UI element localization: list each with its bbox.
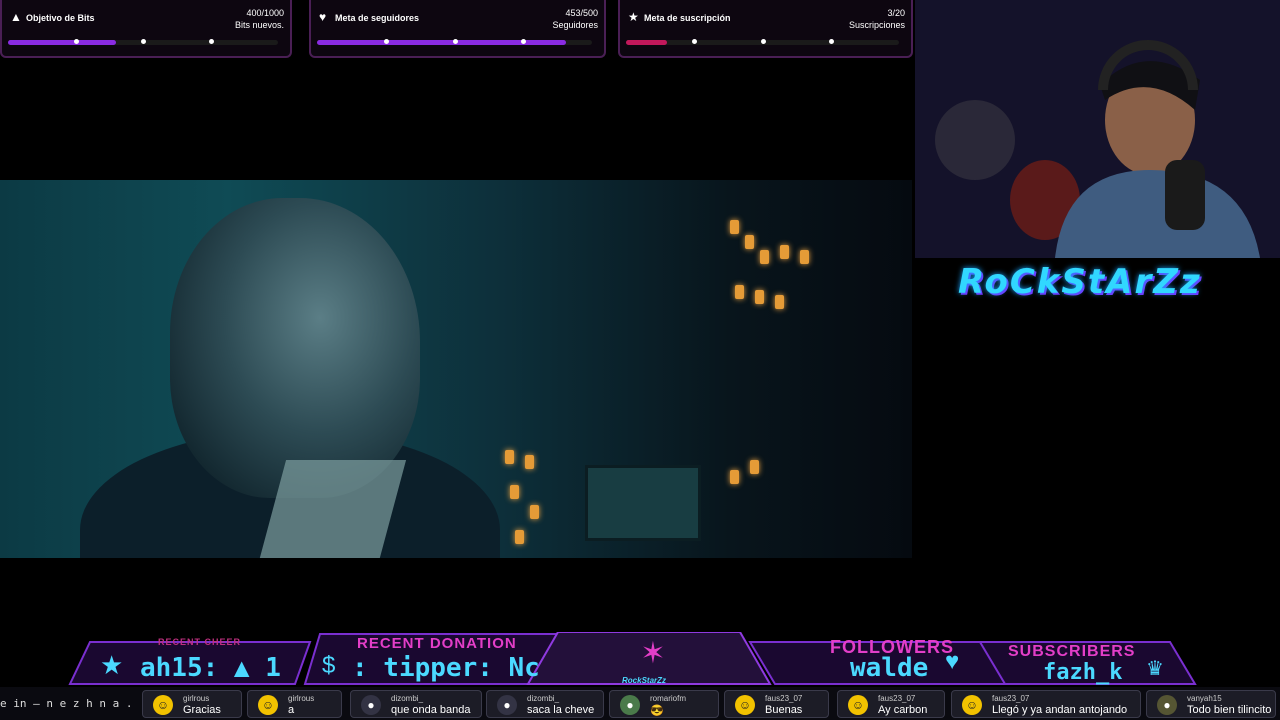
recent-donation-label: RECENT DONATION <box>357 635 517 652</box>
recent-cheer-value: ah15: ▲ 1 <box>140 653 281 683</box>
followers-progress <box>317 39 592 45</box>
followers-goal-sub: Seguidores <box>552 20 598 30</box>
bits-goal: ▲ Objetivo de Bits 400/1000 Bits nuevos. <box>0 0 292 58</box>
chat-message: ☺ faus23_07 Buenas <box>724 690 829 718</box>
chat-message: ☺ girlrous Gracias <box>142 690 242 718</box>
chat-message: ● romariofm 😎 <box>609 690 719 718</box>
chat-message: ☺ faus23_07 Ay carbon <box>837 690 945 718</box>
subs-progress <box>626 39 899 45</box>
recent-cheer-label: RECENT CHEER <box>158 637 242 647</box>
subs-goal-sub: Suscripciones <box>848 20 905 30</box>
bits-icon: ▲ <box>10 10 22 24</box>
subs-goal-count: 3/20 <box>887 8 905 18</box>
donation-icon: $ <box>322 652 336 679</box>
streamer-silhouette <box>915 0 1280 258</box>
recent-donation-value: : tipper: Nc <box>352 653 540 683</box>
ticker-text: e in — n e z h n a . c o m <box>0 697 134 710</box>
chat-message: ● vanyah15 Todo bien tilincito <box>1146 690 1276 718</box>
subscribers-label: SUBSCRIBERS <box>1008 643 1136 660</box>
trophy-icon: ♛ <box>1146 658 1164 680</box>
followers-progress-fill <box>317 40 567 45</box>
user-icon: ☺ <box>848 695 868 715</box>
bits-goal-title: Objetivo de Bits <box>26 13 95 23</box>
subs-goal-title: Meta de suscripción <box>644 13 731 23</box>
subscribers-value: fazh_k <box>1043 660 1123 685</box>
chat-strip: e in — n e z h n a . c o m ☺girlrousGrac… <box>0 687 1280 720</box>
actor-head <box>170 198 420 498</box>
bits-progress <box>8 39 278 45</box>
star-icon: ★ <box>628 10 639 24</box>
user-icon: ☺ <box>153 695 173 715</box>
center-logo-text: RockStarZz <box>622 676 667 685</box>
avatar: ● <box>1157 695 1177 715</box>
user-icon: ☺ <box>962 695 982 715</box>
user-icon: ☺ <box>258 695 278 715</box>
followers-value: walde <box>850 653 929 683</box>
subs-progress-fill <box>626 40 667 45</box>
user-icon: ☺ <box>735 695 755 715</box>
chat-message: ☺ girlrous a <box>247 690 342 718</box>
followers-goal: ♥ Meta de seguidores 453/500 Seguidores <box>309 0 606 58</box>
avatar: ● <box>361 695 381 715</box>
chat-message: ☺ faus23_07 Llegó y ya andan antojando <box>951 690 1141 718</box>
heart-icon: ♥ <box>945 648 960 675</box>
chat-message: ● dizombi_ saca la cheve <box>486 690 604 718</box>
heart-icon: ♥ <box>319 10 327 24</box>
bits-goal-sub: Bits nuevos. <box>234 20 284 30</box>
bits-goal-count: 400/1000 <box>246 8 284 18</box>
webcam-feed <box>915 0 1280 258</box>
subs-goal: ★ Meta de suscripción 3/20 Suscripciones <box>618 0 913 58</box>
chat-message: ● dizombi_ que onda banda <box>350 690 482 718</box>
cockpit-lights <box>720 190 860 490</box>
followers-goal-title: Meta de seguidores <box>335 13 420 23</box>
movie-frame <box>0 180 912 558</box>
avatar: ● <box>497 695 517 715</box>
bits-progress-fill <box>8 40 116 45</box>
center-logo-emblem: ✶ <box>640 637 666 670</box>
star-icon: ★ <box>100 650 124 680</box>
cockpit-screen <box>585 465 701 541</box>
followers-goal-count: 453/500 <box>565 8 598 18</box>
channel-logo: RoCkStArZz <box>958 262 1202 302</box>
avatar: ● <box>620 695 640 715</box>
